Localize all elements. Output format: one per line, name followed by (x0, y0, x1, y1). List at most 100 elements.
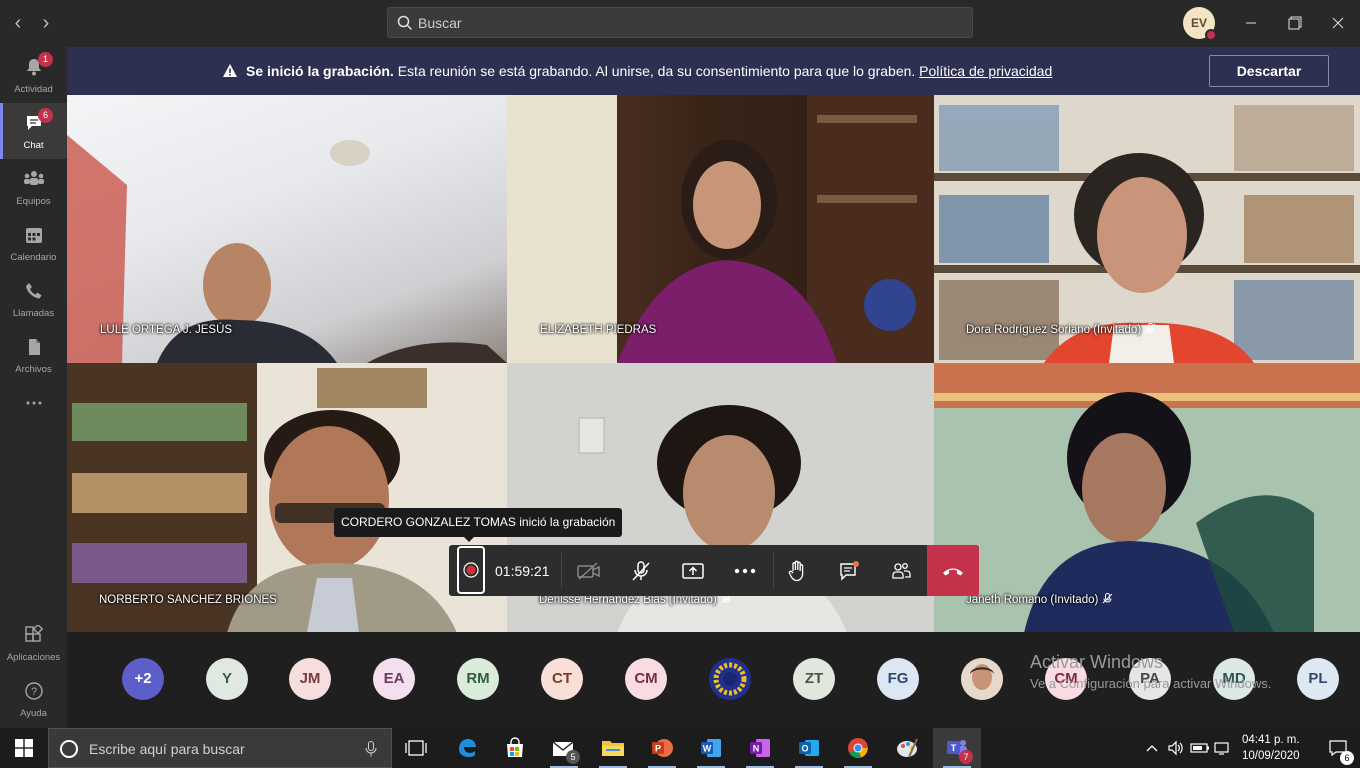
taskbar-edge[interactable] (443, 728, 491, 768)
show-conversation-button[interactable] (823, 545, 875, 596)
taskbar-mail[interactable]: 5 (540, 728, 588, 768)
participant-avatar[interactable]: CT (541, 658, 583, 700)
powerpoint-icon: P (652, 739, 673, 757)
share-screen-button[interactable] (667, 545, 719, 596)
minimize-icon (1246, 22, 1256, 24)
rail-item-calendar[interactable]: Calendario (0, 215, 67, 271)
rail-item-chat[interactable]: 6 Chat (0, 103, 67, 159)
participant-avatar[interactable]: JM (289, 658, 331, 700)
windows-logo-icon (15, 739, 33, 757)
video-tile[interactable]: NORBERTO SANCHEZ BRIONES (67, 363, 507, 633)
taskbar-chrome[interactable] (834, 728, 882, 768)
battery-icon (1190, 743, 1209, 753)
taskbar-word[interactable]: W (687, 728, 735, 768)
video-tile[interactable]: Dora Rodríguez Soriano (Invitado) (934, 95, 1360, 363)
more-actions-button[interactable] (719, 545, 771, 596)
banner-text: Esta reunión se está grabando. Al unirse… (393, 63, 920, 79)
app-rail: 1 Actividad 6 Chat Equipos Calendario Ll… (0, 47, 67, 728)
mic-toggle-button[interactable] (615, 545, 667, 596)
svg-text:T: T (951, 743, 957, 753)
rail-item-activity[interactable]: 1 Actividad (0, 47, 67, 103)
power-button[interactable] (1188, 728, 1212, 768)
search-input[interactable] (418, 8, 958, 37)
participant-name-text: Janeth Romano (Invitado) (966, 594, 1099, 606)
taskbar-store[interactable] (491, 728, 539, 768)
start-button[interactable] (0, 728, 48, 768)
rail-item-apps[interactable]: Aplicaciones (0, 615, 67, 671)
separator (561, 553, 562, 588)
taskbar-file-explorer[interactable] (589, 728, 637, 768)
recording-tooltip: CORDERO GONZALEZ TOMAS inició la grabaci… (334, 508, 623, 542)
participant-avatar[interactable]: Y (206, 658, 248, 700)
taskbar-teams[interactable]: T 7 (933, 728, 981, 768)
files-icon (28, 339, 40, 355)
rail-item-files[interactable]: Archivos (0, 327, 67, 383)
show-hidden-icons-button[interactable] (1140, 728, 1164, 768)
svg-text:N: N (753, 744, 760, 754)
participant-name: ELIZABETH PIEDRAS (540, 324, 657, 336)
volume-button[interactable] (1164, 728, 1188, 768)
participant-avatar[interactable]: PL (1297, 658, 1339, 700)
rail-item-calls[interactable]: Llamadas (0, 271, 67, 327)
task-view-button[interactable] (392, 728, 440, 768)
video-tile[interactable]: Janeth Romano (Invitado) (934, 363, 1360, 633)
participant-avatar[interactable]: FG (877, 658, 919, 700)
maximize-button[interactable] (1273, 0, 1317, 46)
mic-off-icon (1145, 323, 1156, 334)
participant-avatar[interactable]: CM (1045, 658, 1087, 700)
raise-hand-button[interactable] (771, 545, 823, 596)
taskbar-paint[interactable] (883, 728, 931, 768)
privacy-policy-link[interactable]: Política de privacidad (919, 63, 1052, 79)
store-icon (507, 737, 523, 757)
windows-taskbar: Escribe aquí para buscar 5 P W N O T 7 0… (0, 728, 1360, 768)
call-timer: 01:59:21 (495, 563, 550, 579)
video-tile[interactable]: LULE ORTEGA J. JESÚS (67, 95, 507, 363)
dismiss-button[interactable]: Descartar (1209, 55, 1329, 87)
participant-avatar-logo[interactable] (709, 658, 751, 700)
svg-text:O: O (801, 744, 808, 754)
rail-label: Equipos (16, 196, 51, 207)
taskbar-search[interactable]: Escribe aquí para buscar (48, 728, 392, 768)
back-arrow-icon[interactable]: ‹ (8, 13, 28, 33)
forward-arrow-icon[interactable]: › (36, 13, 56, 33)
rail-item-teams[interactable]: Equipos (0, 159, 67, 215)
clock[interactable]: 04:41 p. m. 10/09/2020 (1242, 732, 1300, 764)
participant-name: Dora Rodríguez Soriano (Invitado) (966, 323, 1156, 336)
recording-indicator-button[interactable] (457, 546, 485, 594)
recording-banner: Se inició la grabación. Esta reunión se … (67, 47, 1360, 95)
clock-date: 10/09/2020 (1242, 750, 1300, 762)
participant-avatar-overflow[interactable]: +2 (122, 658, 164, 700)
hang-up-button[interactable] (927, 545, 979, 596)
raise-hand-icon (788, 560, 804, 581)
participant-avatar[interactable]: ZT (793, 658, 835, 700)
microphone-icon[interactable] (365, 741, 377, 757)
network-button[interactable] (1212, 728, 1236, 768)
clock-time: 04:41 p. m. (1242, 734, 1300, 746)
participant-avatar[interactable]: CM (625, 658, 667, 700)
close-button[interactable] (1316, 0, 1360, 46)
more-apps-button[interactable] (0, 383, 67, 423)
participant-avatar[interactable]: RM (457, 658, 499, 700)
camera-toggle-button[interactable] (563, 545, 615, 596)
notifications-button[interactable]: 6 (1316, 728, 1360, 768)
taskbar-powerpoint[interactable]: P (638, 728, 686, 768)
search-box[interactable] (387, 7, 973, 38)
rail-item-help[interactable]: ? Ayuda (0, 671, 67, 727)
svg-text:P: P (655, 744, 661, 754)
rail-label: Aplicaciones (6, 652, 61, 663)
participant-avatar[interactable]: MD (1213, 658, 1255, 700)
taskbar-outlook[interactable]: O (785, 728, 833, 768)
avatar[interactable]: EV (1183, 7, 1217, 41)
show-participants-button[interactable] (875, 545, 927, 596)
video-tile[interactable]: ELIZABETH PIEDRAS (507, 95, 934, 363)
participant-avatar-photo[interactable] (961, 658, 1003, 700)
teams-count-badge: 7 (959, 750, 973, 764)
hang-up-icon (943, 568, 963, 575)
participant-avatar[interactable]: EA (373, 658, 415, 700)
taskbar-onenote[interactable]: N (736, 728, 784, 768)
minimize-button[interactable] (1229, 0, 1273, 46)
banner-title: Se inició la grabación. (246, 63, 394, 79)
mic-off-icon (632, 560, 650, 581)
video-feed (67, 363, 507, 633)
participant-avatar[interactable]: PA (1129, 658, 1171, 700)
